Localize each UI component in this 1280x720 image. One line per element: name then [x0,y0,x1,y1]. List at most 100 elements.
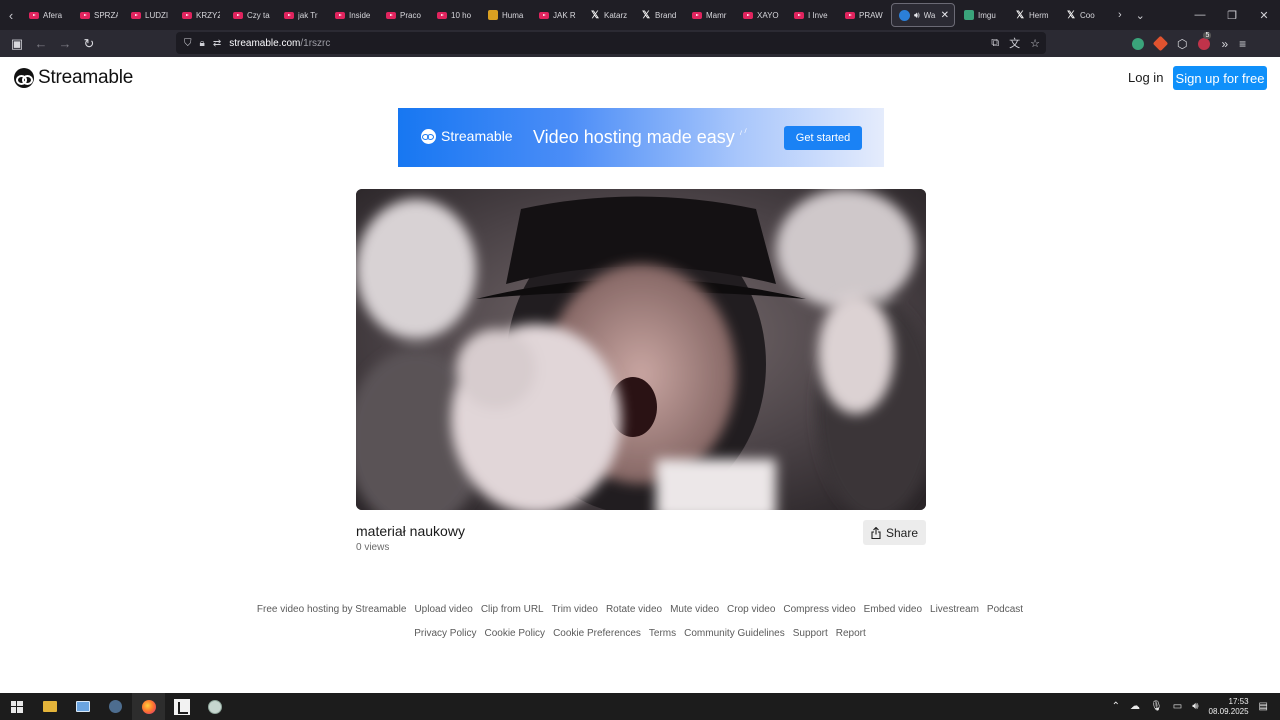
globe-icon [207,699,222,714]
tracking-shield-icon[interactable]: ⛉ [184,38,192,49]
browser-tab[interactable]: Praco [379,0,430,30]
restore-icon[interactable]: ❐ [1216,9,1248,22]
brand-logo[interactable]: Streamable [14,67,133,89]
footer-link[interactable]: Cookie Preferences [553,628,641,639]
browser-tab[interactable]: Imgu [957,0,1008,30]
reload-icon[interactable]: ↻ [77,32,101,56]
onedrive-cloud-icon[interactable]: ☁ [1130,701,1140,712]
footer-link[interactable]: Trim video [552,604,598,615]
share-icon [871,526,881,539]
overflow-chevrons-icon[interactable]: » [1221,37,1228,51]
close-window-icon[interactable]: ✕ [1248,9,1280,22]
footer-link[interactable]: Free video hosting by Streamable [257,604,407,615]
footer-link[interactable]: Upload video [414,604,472,615]
footer-link[interactable]: Embed video [864,604,922,615]
forward-icon[interactable]: → [53,32,77,56]
tab-title: Imgu [978,10,996,20]
browser-tab[interactable]: KRZYŻ [175,0,226,30]
tab-title: Herm [1029,10,1049,20]
tab-close-icon[interactable]: ✕ [941,10,949,21]
tab-title: Wa [923,10,936,20]
notifications-icon[interactable]: ▤ [1259,701,1268,712]
footer-link[interactable]: Livestream [930,604,979,615]
translate-icon[interactable]: 文 [1009,35,1020,51]
get-started-button[interactable]: Get started [784,126,862,150]
extension-badge-icon[interactable]: 5 [1198,31,1212,50]
minimize-icon[interactable]: — [1184,9,1216,21]
browser-tab[interactable]: Inside [328,0,379,30]
network-icon[interactable]: ▭ [1173,701,1182,712]
extension-flame-icon[interactable] [1152,35,1169,52]
sidebar-toggle-icon[interactable]: ▣ [5,32,29,56]
footer-link[interactable]: Mute video [670,604,719,615]
site-permissions-icon[interactable]: ⇄ [213,38,221,49]
youtube-icon [386,11,396,19]
tab-list-dropdown-icon[interactable]: ⌄ [1136,9,1145,22]
url-actions: ⧉ 文 ☆ [991,32,1040,54]
footer-link[interactable]: Crop video [727,604,775,615]
footer-link[interactable]: Support [793,628,828,639]
youtube-icon [845,11,855,19]
extension-shield-icon[interactable] [1132,37,1144,50]
browser-tab[interactable]: XAYO [736,0,787,30]
browser-tab[interactable]: Huma [481,0,532,30]
tray-overflow-icon[interactable]: ⌃ [1112,701,1120,712]
tab-strip-controls: › ⌄ [1118,0,1145,30]
browser-tab[interactable]: Afera [22,0,73,30]
browser-tab[interactable]: Mamr [685,0,736,30]
browser-tab[interactable]: jak Tr [277,0,328,30]
footer-link[interactable]: Cookie Policy [484,628,545,639]
volume-icon[interactable]: 🔊︎ [1192,701,1198,712]
taskbar-app-l[interactable] [165,693,198,720]
footer-link[interactable]: Report [836,628,866,639]
browser-tab[interactable]: JAK R [532,0,583,30]
login-link[interactable]: Log in [1128,70,1163,85]
extensions-puzzle-icon[interactable]: ⬡ [1177,37,1187,51]
browser-tab[interactable]: 🔊︎ Wa ✕ [891,3,955,27]
video-player[interactable] [356,189,926,510]
tab-scroll-left-icon[interactable]: ‹ [0,0,22,30]
youtube-icon [539,11,549,19]
footer-link[interactable]: Privacy Policy [414,628,476,639]
browser-tab[interactable]: 𝕏 Katarz [583,0,634,30]
browser-navbar: ▣ ← → ↻ ⛉ 🔒︎ ⇄ streamable.com/1rszrc ⧉ 文… [0,30,1280,57]
bookmark-star-icon[interactable]: ☆ [1030,37,1040,50]
browser-tab[interactable]: 10 ho [430,0,481,30]
microphone-icon[interactable]: 🎙︎ [1150,701,1163,712]
taskbar-firefox[interactable] [132,693,165,720]
taskbar-remote-desktop[interactable] [66,693,99,720]
taskbar-explorer[interactable] [33,693,66,720]
browser-tab[interactable]: Czy ta [226,0,277,30]
brand-name: Streamable [38,67,134,88]
share-button[interactable]: Share [863,520,926,545]
banner-tagline: Video hosting made easy [533,127,735,147]
address-bar[interactable]: ⛉ 🔒︎ ⇄ streamable.com/1rszrc ⧉ 文 ☆ [176,32,1046,54]
browser-tab[interactable]: PRAW [838,0,889,30]
lock-icon[interactable]: 🔒︎ [200,38,205,49]
footer-link[interactable]: Compress video [783,604,855,615]
footer-link[interactable]: Terms [649,628,676,639]
browser-tab[interactable]: SPRZA [73,0,124,30]
humble-icon [488,10,498,20]
taskbar-steam[interactable] [99,693,132,720]
menu-hamburger-icon[interactable]: ≡ [1239,37,1246,51]
signup-button[interactable]: Sign up for free [1173,66,1267,90]
browser-tab[interactable]: 𝕏 Coo [1059,0,1110,30]
browser-tab[interactable]: I Inve [787,0,838,30]
footer-link[interactable]: Community Guidelines [684,628,785,639]
start-button[interactable] [0,693,33,720]
clock[interactable]: 17:53 08.09.2025 [1209,697,1249,717]
footer-link[interactable]: Rotate video [606,604,662,615]
tab-audio-icon[interactable]: 🔊︎ [914,10,920,21]
url-text[interactable]: streamable.com/1rszrc [229,38,330,49]
tab-scroll-right-icon[interactable]: › [1118,9,1122,21]
footer-link[interactable]: Clip from URL [481,604,544,615]
browser-tab[interactable]: 𝕏 Herm [1008,0,1059,30]
footer-link[interactable]: Podcast [987,604,1023,615]
picture-in-picture-icon[interactable]: ⧉ [991,37,999,50]
promo-banner[interactable]: Streamable Video hosting made easy ⸝⸝ Ge… [398,108,884,167]
back-icon[interactable]: ← [29,32,53,56]
browser-tab[interactable]: LUDZI [124,0,175,30]
taskbar-globe-app[interactable] [198,693,231,720]
browser-tab[interactable]: 𝕏 Brand [634,0,685,30]
